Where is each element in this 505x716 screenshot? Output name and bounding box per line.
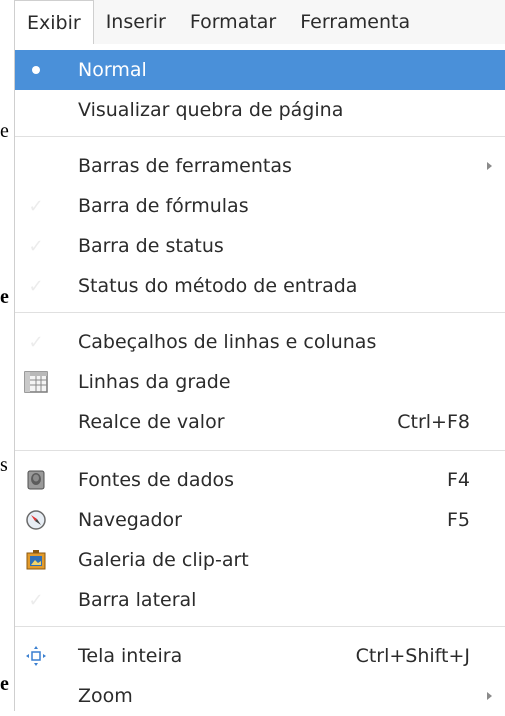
menu-item-sidebar[interactable]: ✓ Barra lateral [15,580,505,620]
checkmark-icon: ✓ [28,235,44,257]
menu-item-row-column-headers[interactable]: ✓ Cabeçalhos de linhas e colunas [15,322,505,362]
menu-item-normal[interactable]: Normal [15,50,505,90]
menu-item-label: Visualizar quebra de página [78,99,344,121]
menu-separator [15,136,505,137]
menu-item-toolbars[interactable]: Barras de ferramentas [15,146,505,186]
menu-separator [15,312,505,313]
menu-item-clipart-gallery[interactable]: Galeria de clip-art [15,540,505,580]
compass-icon [23,507,49,533]
menu-item-full-screen[interactable]: Tela inteira Ctrl+Shift+J [15,636,505,676]
menu-item-value-highlighting[interactable]: Realce de valor Ctrl+F8 [15,402,505,442]
menu-item-label: Status do método de entrada [78,275,358,297]
background-text-char: e [0,286,9,308]
background-text-char: s [0,454,8,476]
menu-item-label: Tela inteira [78,645,183,667]
menu-item-label: Normal [78,59,147,81]
checkmark-icon: ✓ [28,275,44,297]
menu-item-label: Linhas da grade [78,371,231,393]
menu-item-page-break-view[interactable]: Visualizar quebra de página [15,90,505,130]
menu-item-data-sources[interactable]: Fontes de dados F4 [15,460,505,500]
checkmark-icon: ✓ [28,331,44,353]
menu-item-label: Cabeçalhos de linhas e colunas [78,331,377,353]
menu-item-shortcut: F4 [446,469,470,491]
menubar-item-exibir[interactable]: Exibir [14,0,94,44]
menubar-item-inserir[interactable]: Inserir [94,0,178,44]
menu-item-shortcut: Ctrl+F8 [397,411,470,433]
menu-item-label: Barras de ferramentas [78,155,292,177]
submenu-arrow-icon [487,692,492,700]
menu-item-label: Zoom [78,685,133,707]
menubar-item-ferramentas[interactable]: Ferramenta [288,0,422,44]
background-text-char: e [0,673,9,695]
gallery-icon [23,547,49,573]
background-text-char: e [0,120,9,142]
menu-item-label: Navegador [78,509,182,531]
menu-item-shortcut: F5 [446,509,470,531]
menu-item-zoom[interactable]: Zoom [15,676,505,716]
menu-item-formula-bar[interactable]: ✓ Barra de fórmulas [15,186,505,226]
menubar-item-formatar[interactable]: Formatar [178,0,288,44]
menu-item-label: Barra lateral [78,589,197,611]
menu-item-label: Realce de valor [78,411,225,433]
menu-item-label: Galeria de clip-art [78,549,249,571]
checkmark-icon: ✓ [28,589,44,611]
view-menu-dropdown: Normal Visualizar quebra de página Barra… [14,44,505,711]
grid-lines-icon [23,369,49,395]
menu-separator [15,626,505,627]
menu-item-label: Barra de fórmulas [78,195,249,217]
submenu-arrow-icon [487,162,492,170]
checkmark-icon: ✓ [28,195,44,217]
menu-item-status-bar[interactable]: ✓ Barra de status [15,226,505,266]
menu-item-navigator[interactable]: Navegador F5 [15,500,505,540]
menu-item-shortcut: Ctrl+Shift+J [355,645,470,667]
menu-separator [15,450,505,451]
radio-selected-icon [23,57,49,83]
menu-item-grid-lines[interactable]: Linhas da grade [15,362,505,402]
menu-item-label: Fontes de dados [78,469,235,491]
menu-item-label: Barra de status [78,235,224,257]
background-document: e e s e [0,0,14,711]
menubar: Exibir Inserir Formatar Ferramenta [14,0,505,45]
fullscreen-icon [23,643,49,669]
menu-item-input-method-status[interactable]: ✓ Status do método de entrada [15,266,505,306]
database-icon [23,467,49,493]
